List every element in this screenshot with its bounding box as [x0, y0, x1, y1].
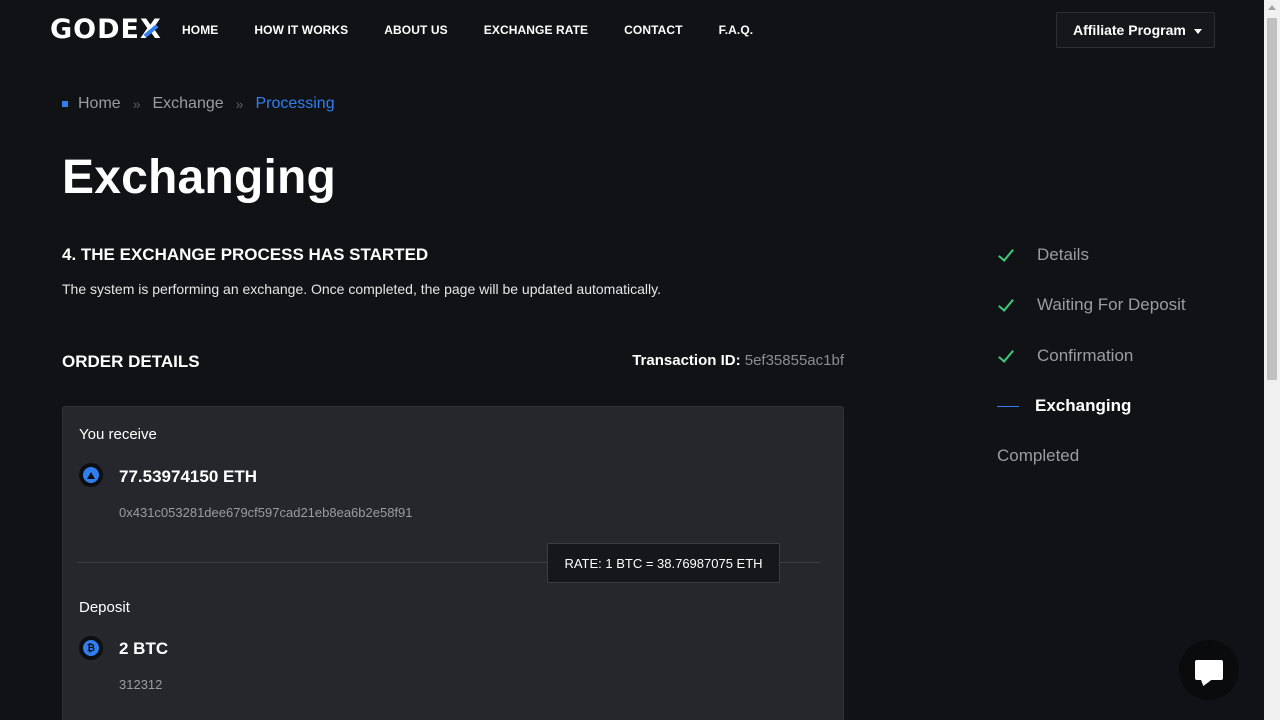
- ethereum-icon: [79, 463, 103, 487]
- step-details: Details: [997, 240, 1089, 270]
- step-completed: Completed: [997, 441, 1079, 471]
- step-label: Details: [1037, 245, 1089, 264]
- scroll-up-arrow-icon[interactable]: [1268, 5, 1276, 10]
- step-description: The system is performing an exchange. On…: [62, 281, 661, 297]
- step-confirmation: Confirmation: [997, 341, 1133, 371]
- deposit-address: 312312: [119, 677, 163, 692]
- step-exchanging: Exchanging: [997, 391, 1131, 421]
- scrollbar-thumb[interactable]: [1267, 18, 1277, 380]
- breadcrumb: Home » Exchange » Processing: [62, 95, 335, 113]
- checkmark-icon: [997, 347, 1015, 365]
- breadcrumb-bullet-icon: [62, 101, 68, 107]
- nav-faq[interactable]: F.A.Q.: [719, 23, 754, 37]
- nav-how-it-works[interactable]: HOW IT WORKS: [254, 23, 348, 37]
- breadcrumb-home[interactable]: Home: [78, 95, 121, 113]
- step-label: Waiting For Deposit: [1037, 295, 1186, 314]
- receive-amount: 77.53974150 ETH: [119, 467, 257, 486]
- nav-contact[interactable]: CONTACT: [624, 23, 682, 37]
- step-label: Completed: [997, 446, 1080, 465]
- nav-exchange-rate[interactable]: EXCHANGE RATE: [484, 23, 588, 37]
- active-step-dash-icon: [997, 405, 1019, 407]
- step-label: Confirmation: [1037, 346, 1134, 365]
- order-details-card: You receive 77.53974150 ETH 0x431c053281…: [62, 406, 844, 720]
- receive-label: You receive: [79, 426, 157, 443]
- step-waiting-for-deposit: Waiting For Deposit: [997, 290, 1186, 320]
- receive-address: 0x431c053281dee679cf597cad21eb8ea6b2e58f…: [119, 505, 413, 520]
- transaction-id: Transaction ID: 5ef35855ac1bf: [632, 352, 844, 369]
- main-nav: HOME HOW IT WORKS ABOUT US EXCHANGE RATE…: [182, 23, 789, 37]
- order-details-title: ORDER DETAILS: [62, 352, 200, 371]
- chat-bubble-icon: [1195, 660, 1223, 680]
- chat-button[interactable]: [1179, 640, 1239, 700]
- affiliate-program-label: Affiliate Program: [1073, 22, 1186, 38]
- deposit-label: Deposit: [79, 599, 130, 616]
- affiliate-program-dropdown[interactable]: Affiliate Program: [1056, 12, 1215, 48]
- godex-logo[interactable]: GODEX: [50, 14, 162, 45]
- deposit-amount: 2 BTC: [119, 639, 169, 658]
- bitcoin-icon: ₿: [79, 636, 103, 660]
- checkmark-icon: [997, 296, 1015, 314]
- site-header: GODEX HOME HOW IT WORKS ABOUT US EXCHANG…: [0, 0, 1264, 62]
- breadcrumb-exchange[interactable]: Exchange: [152, 95, 223, 113]
- transaction-id-value: 5ef35855ac1bf: [744, 352, 844, 369]
- breadcrumb-processing: Processing: [255, 95, 335, 112]
- transaction-id-label: Transaction ID:: [632, 352, 741, 369]
- step-heading: 4. THE EXCHANGE PROCESS HAS STARTED: [62, 245, 429, 264]
- checkmark-icon: [997, 246, 1015, 264]
- step-label: Exchanging: [1035, 396, 1132, 415]
- breadcrumb-separator: »: [235, 96, 244, 112]
- caret-down-icon: [1194, 29, 1202, 34]
- nav-about-us[interactable]: ABOUT US: [384, 23, 447, 37]
- page-scrollbar[interactable]: [1264, 0, 1280, 720]
- breadcrumb-separator: »: [132, 96, 141, 112]
- page-title: Exchanging: [62, 151, 337, 204]
- exchange-rate-badge: RATE: 1 BTC = 38.76987075 ETH: [547, 543, 780, 583]
- nav-home[interactable]: HOME: [182, 23, 218, 37]
